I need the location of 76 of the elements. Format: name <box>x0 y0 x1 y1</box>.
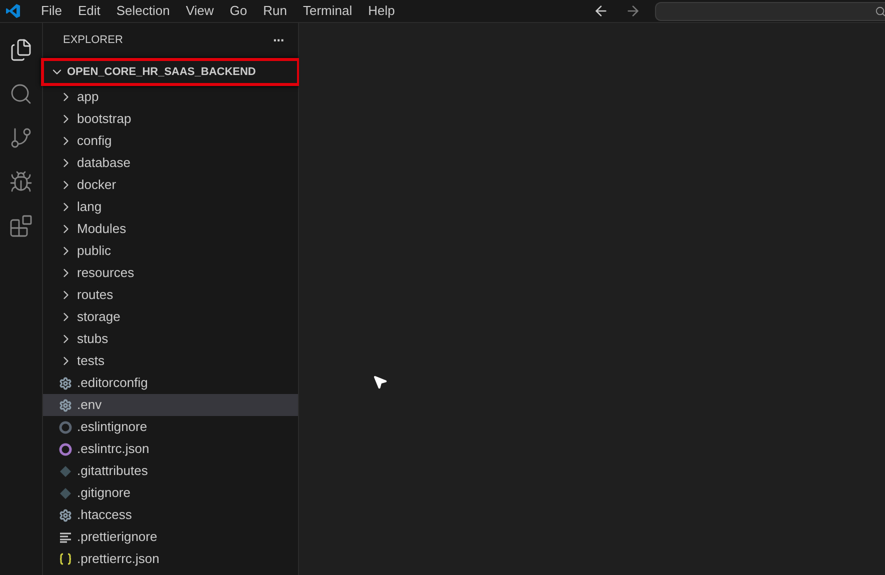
braces-icon <box>59 553 72 565</box>
menu-item[interactable]: File <box>33 1 70 21</box>
menu-item[interactable]: Help <box>360 1 403 21</box>
diamond-icon <box>59 464 72 478</box>
menu-item[interactable]: Go <box>222 1 256 21</box>
item-label: database <box>77 154 130 172</box>
tree-item[interactable]: Modules <box>43 218 298 240</box>
item-label: .prettierrc.json <box>77 550 160 568</box>
item-label: .gitattributes <box>77 462 148 480</box>
search-icon[interactable] <box>9 82 33 106</box>
back-icon[interactable] <box>593 3 609 19</box>
item-label: Modules <box>77 220 126 238</box>
search-icon <box>875 6 885 16</box>
menu-item[interactable]: View <box>178 1 222 21</box>
tree-item[interactable]: routes <box>43 284 298 306</box>
sidebar-title: EXPLORER <box>63 33 123 48</box>
blocks-icon[interactable] <box>9 214 33 238</box>
more-button[interactable]: ··· <box>273 30 284 51</box>
menu-item[interactable]: Selection <box>108 1 178 21</box>
gear-icon <box>59 508 72 522</box>
gear-icon <box>59 398 72 412</box>
item-label: .gitignore <box>77 484 130 502</box>
tree-item[interactable]: .editorconfig <box>43 372 298 394</box>
forward-icon[interactable] <box>625 3 641 19</box>
item-label: .env <box>77 396 102 414</box>
folder-name: OPEN_CORE_HR_SAAS_BACKEND <box>67 64 256 80</box>
tree-item[interactable]: .env <box>43 394 298 416</box>
tree-item[interactable]: storage <box>43 306 298 328</box>
search-field[interactable] <box>655 2 885 20</box>
menu-item[interactable]: Run <box>255 1 295 21</box>
tree-item[interactable]: config <box>43 130 298 152</box>
tree-item[interactable]: bootstrap <box>43 108 298 130</box>
tree-item[interactable]: .gitignore <box>43 482 298 504</box>
bug-icon[interactable] <box>9 170 33 194</box>
menu-item[interactable]: Terminal <box>295 1 360 21</box>
ring-icon <box>59 420 72 434</box>
ring-icon <box>59 442 72 456</box>
tree-item[interactable]: resources <box>43 262 298 284</box>
tree-item[interactable]: lang <box>43 196 298 218</box>
tree-item[interactable]: .eslintrc.json <box>43 438 298 460</box>
item-label: .eslintignore <box>77 418 148 436</box>
tree-item[interactable]: public <box>43 240 298 262</box>
item-label: tests <box>77 352 104 370</box>
gear-icon <box>59 376 72 390</box>
tree-item[interactable]: .prettierignore <box>43 526 298 548</box>
tree-item[interactable]: app <box>43 86 298 108</box>
branch-icon[interactable] <box>9 126 33 150</box>
item-label: .eslintrc.json <box>77 440 150 458</box>
tree-item[interactable]: .eslintignore <box>43 416 298 438</box>
item-label: stubs <box>77 330 108 348</box>
logo-icon <box>5 3 21 19</box>
tree-item[interactable]: docker <box>43 174 298 196</box>
cursor-icon <box>372 374 388 390</box>
item-label: .editorconfig <box>77 374 148 392</box>
item-label: app <box>77 88 99 106</box>
tree-item[interactable]: .gitattributes <box>43 460 298 482</box>
tree-item[interactable]: .prettierrc.json <box>43 548 298 570</box>
item-label: config <box>77 132 112 150</box>
root-folder[interactable]: OPEN_CORE_HR_SAAS_BACKEND <box>41 58 300 86</box>
item-label: .prettierignore <box>77 528 158 546</box>
item-label: lang <box>77 198 102 216</box>
item-label: routes <box>77 286 114 304</box>
item-label: public <box>77 242 111 260</box>
item-label: resources <box>77 264 134 282</box>
tree-item[interactable]: stubs <box>43 328 298 350</box>
files-icon[interactable] <box>9 38 33 62</box>
item-label: docker <box>77 176 116 194</box>
tree-item[interactable]: tests <box>43 350 298 372</box>
item-label: .htaccess <box>77 506 132 524</box>
item-label: bootstrap <box>77 110 132 128</box>
menu-item[interactable]: Edit <box>70 1 108 21</box>
tree-item[interactable]: database <box>43 152 298 174</box>
tree-item[interactable]: .htaccess <box>43 504 298 526</box>
diamond-icon <box>59 486 72 500</box>
lines-icon <box>59 532 72 542</box>
item-label: storage <box>77 308 120 326</box>
